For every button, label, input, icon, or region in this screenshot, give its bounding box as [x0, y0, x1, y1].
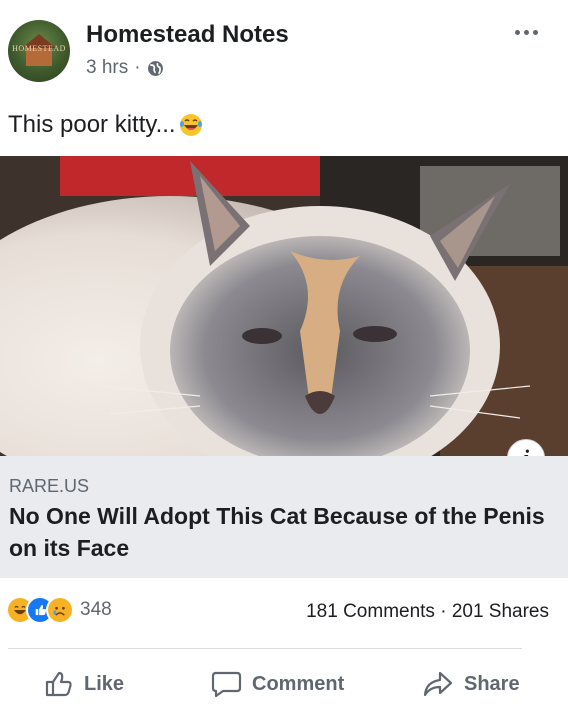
meta-separator: ·	[134, 57, 141, 78]
link-title[interactable]: No One Will Adopt This Cat Because of th…	[9, 500, 549, 564]
share-label: Share	[464, 672, 520, 695]
like-button[interactable]: Like	[44, 670, 124, 698]
laughing-tears-emoji-icon	[179, 114, 202, 136]
sad-reaction-icon	[46, 596, 74, 624]
cat-photo	[0, 156, 568, 456]
avatar-logo-text: HOMESTEAD	[12, 44, 66, 53]
link-preview-image[interactable]	[0, 156, 568, 456]
link-domain: RARE.US	[9, 476, 90, 496]
post-caption: This poor kitty...	[8, 111, 203, 139]
reaction-count: 348	[80, 599, 112, 620]
post-header: HOMESTEAD Homestead Notes 3 hrs ·	[0, 0, 568, 100]
more-dots-icon	[514, 29, 520, 35]
comments-shares-count[interactable]: 181 Comments · 201 Shares	[306, 601, 549, 623]
globe-icon	[147, 60, 163, 76]
action-divider	[8, 648, 522, 649]
caption-text: This poor kitty...	[8, 111, 176, 138]
like-label: Like	[84, 672, 125, 695]
comment-button[interactable]: Comment	[210, 670, 344, 698]
post-actions: Like Comment Share	[0, 660, 568, 710]
link-preview-card[interactable]: RARE.US No One Will Adopt This Cat Becau…	[0, 456, 568, 578]
more-dot	[523, 29, 529, 35]
post-meta: 3 hrs ·	[86, 57, 164, 79]
share-arrow-icon	[423, 671, 453, 697]
page-name-link[interactable]: Homestead Notes	[86, 21, 289, 49]
engagement-bar: 348 181 Comments · 201 Shares	[0, 588, 568, 638]
page-avatar[interactable]: HOMESTEAD	[8, 20, 70, 82]
more-options-button[interactable]	[508, 22, 544, 42]
thumbs-up-icon	[45, 671, 72, 697]
share-button[interactable]: Share	[422, 670, 520, 698]
reactions-summary[interactable]: 348	[6, 596, 112, 624]
comment-label: Comment	[252, 672, 345, 695]
more-dot	[532, 29, 538, 35]
post-timestamp[interactable]: 3 hrs	[86, 57, 128, 79]
comment-bubble-icon	[211, 671, 242, 698]
